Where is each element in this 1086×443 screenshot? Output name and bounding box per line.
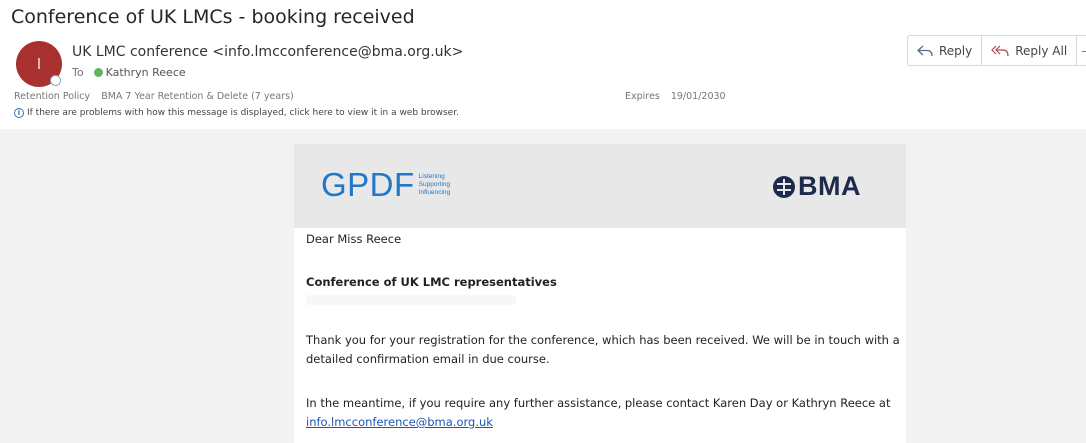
- more-icon: –: [1081, 44, 1086, 58]
- to-label: To: [72, 66, 84, 79]
- message-subject: Conference of UK LMCs - booking received: [11, 6, 415, 28]
- avatar-initial: I: [36, 55, 42, 73]
- paragraph-confirmation: Thank you for your registration for the …: [306, 331, 900, 369]
- expires-value: 19/01/2030: [670, 91, 726, 102]
- presence-available-icon: [93, 68, 103, 77]
- expiry-info: Expires 19/01/2030: [625, 91, 726, 102]
- more-actions-button[interactable]: –: [1077, 36, 1086, 65]
- presence-status-icon: [50, 75, 61, 86]
- bma-wordmark: BMA: [798, 171, 861, 201]
- bma-emblem-icon: [773, 175, 795, 198]
- recipient-name[interactable]: Kathryn Reece: [106, 66, 186, 79]
- gpdf-tagline: Listening Supporting Influencing: [419, 173, 450, 197]
- reply-button[interactable]: Reply: [908, 36, 983, 65]
- reply-label: Reply: [939, 43, 973, 58]
- retention-label: Retention Policy: [14, 91, 91, 102]
- gpdf-tagline-line: Supporting: [418, 181, 451, 188]
- retention-policy: Retention Policy BMA 7 Year Retention & …: [14, 91, 294, 102]
- info-icon: i: [14, 108, 24, 118]
- gpdf-wordmark: GPDF: [321, 166, 415, 203]
- paragraph-contact: In the meantime, if you require any furt…: [306, 394, 890, 432]
- paragraph-line: detailed confirmation email in due cours…: [306, 352, 550, 366]
- reply-all-icon: [991, 45, 1009, 56]
- paragraph-line: In the meantime, if you require any furt…: [306, 396, 891, 410]
- reply-all-button[interactable]: Reply All: [982, 36, 1078, 65]
- bma-logo: BMA: [772, 171, 861, 202]
- message-actions: Reply Reply All –: [907, 35, 1086, 66]
- sender-name[interactable]: UK LMC conference <info.lmcconference@bm…: [72, 44, 463, 60]
- message-heading: Conference of UK LMC representatives: [306, 275, 557, 289]
- greeting: Dear Miss Reece: [306, 232, 402, 246]
- message-body: GPDF Listening Supporting Influencing BM…: [0, 129, 1086, 443]
- info-text[interactable]: If there are problems with how this mess…: [27, 108, 459, 118]
- reply-icon: [917, 45, 933, 56]
- view-in-browser-notice[interactable]: i If there are problems with how this me…: [14, 108, 459, 118]
- email-banner: GPDF Listening Supporting Influencing BM…: [294, 144, 906, 228]
- gpdf-tagline-line: Listening: [418, 173, 445, 180]
- gpdf-tagline-line: Influencing: [418, 189, 451, 196]
- retention-value: BMA 7 Year Retention & Delete (7 years): [101, 91, 294, 102]
- expires-label: Expires: [625, 91, 660, 102]
- paragraph-line: Thank you for your registration for the …: [306, 333, 900, 347]
- email-card: GPDF Listening Supporting Influencing BM…: [294, 144, 906, 443]
- reply-all-label: Reply All: [1015, 43, 1068, 58]
- recipient-line: To Kathryn Reece: [72, 66, 186, 79]
- contact-email-link[interactable]: info.lmcconference@bma.org.uk: [306, 415, 493, 429]
- gpdf-logo: GPDF Listening Supporting Influencing: [321, 166, 450, 204]
- redacted-text: [306, 295, 516, 305]
